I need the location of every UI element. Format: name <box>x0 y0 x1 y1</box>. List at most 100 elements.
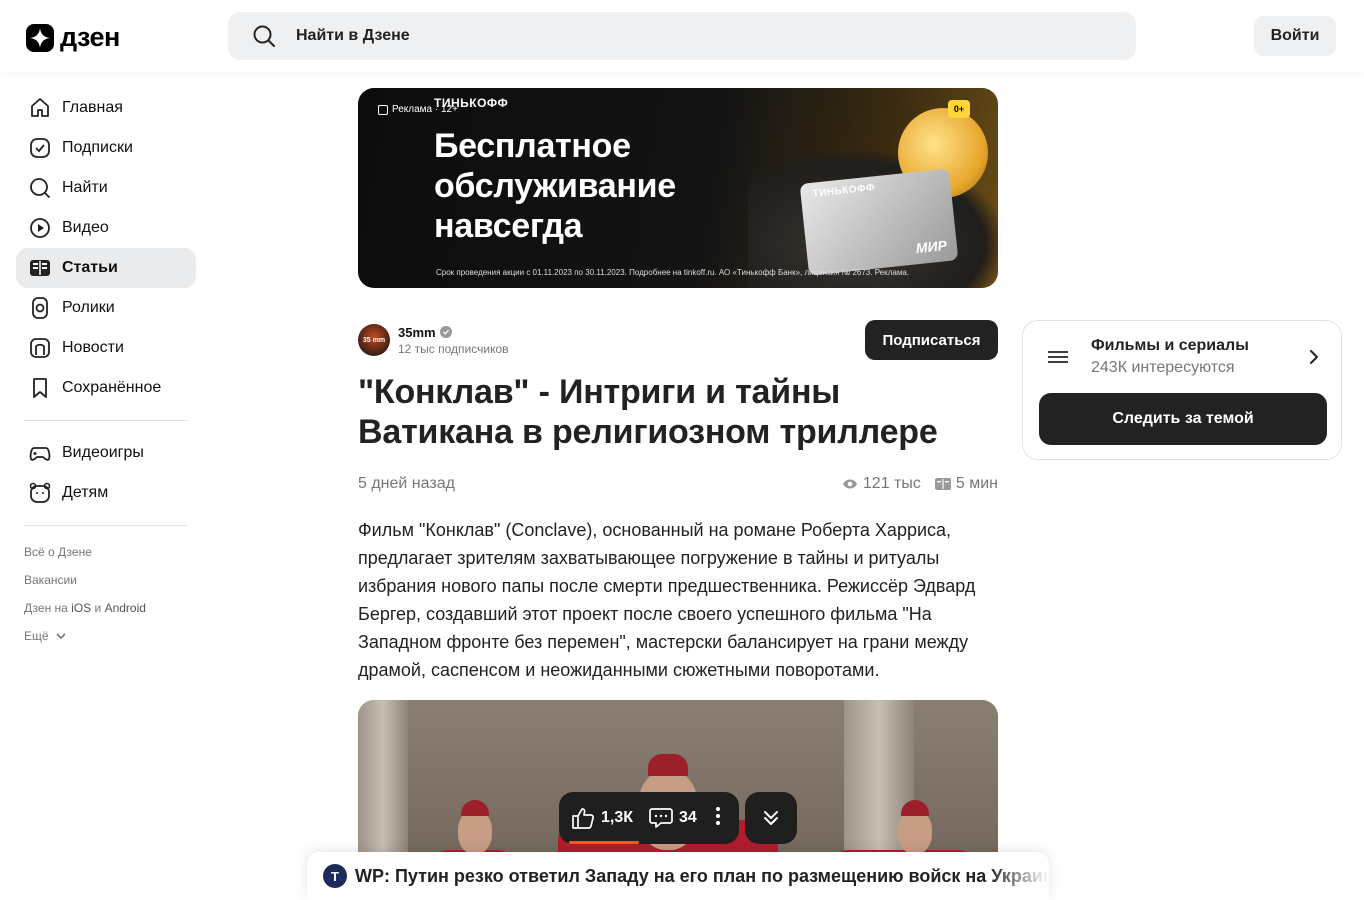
shorts-icon <box>28 296 52 320</box>
scroll-down-button[interactable] <box>745 792 797 844</box>
dzen-logo[interactable]: дзен <box>26 22 120 53</box>
sidebar-item-news[interactable]: Новости <box>16 328 196 368</box>
image-figure <box>898 810 932 854</box>
news-fade <box>989 852 1049 900</box>
reaction-bar: 1,3К 34 <box>559 792 739 844</box>
topic-card: Фильмы и сериалы 243К интересуются Следи… <box>1022 320 1342 460</box>
sidebar-item-label: Ролики <box>62 299 115 316</box>
sidebar-item-label: Новости <box>62 339 124 356</box>
comments-button[interactable]: 34 <box>649 807 697 829</box>
thumbs-up-icon <box>572 808 594 829</box>
footer-more-label: Ещё <box>24 629 49 643</box>
kids-icon <box>28 481 52 505</box>
sidebar-item-search[interactable]: Найти <box>16 168 196 208</box>
sidebar-item-subscriptions[interactable]: Подписки <box>16 128 196 168</box>
article-date: 5 дней назад <box>358 475 455 492</box>
footer-jobs-link[interactable]: Вакансии <box>16 566 196 594</box>
avatar[interactable]: 35 mm <box>358 324 390 356</box>
read-time-stat: 5 мин <box>934 475 998 493</box>
likes-count: 1,3К <box>601 809 634 826</box>
sidebar-item-label: Главная <box>62 99 123 116</box>
comment-icon <box>649 808 673 828</box>
header: дзен Войти <box>0 0 1364 72</box>
sidebar-item-label: Сохранённое <box>62 379 162 396</box>
ad-legal-text: Срок проведения акции с 01.11.2023 по 30… <box>436 268 910 277</box>
sidebar-item-video[interactable]: Видео <box>16 208 196 248</box>
sidebar-item-label: Статьи <box>62 259 118 276</box>
sidebar-item-saved[interactable]: Сохранённое <box>16 368 196 408</box>
ad-marker-icon <box>378 104 388 115</box>
like-button[interactable]: 1,3К <box>571 807 633 829</box>
sidebar-divider <box>24 525 188 526</box>
android-link[interactable]: Android <box>105 601 146 615</box>
image-figure <box>648 754 688 776</box>
read-time: 5 мин <box>955 475 998 492</box>
news-source-logo: Т <box>323 864 347 888</box>
author-name-row: 35mm <box>398 325 509 340</box>
verified-icon <box>439 326 452 338</box>
search-icon <box>253 25 275 47</box>
author-name[interactable]: 35mm <box>398 325 436 340</box>
subscribe-button[interactable]: Подписаться <box>865 320 998 360</box>
sidebar-item-shorts[interactable]: Ролики <box>16 288 196 328</box>
chevron-right-icon[interactable] <box>1307 347 1321 367</box>
sidebar-item-videogames[interactable]: Видеоигры <box>16 433 196 473</box>
sidebar-item-label: Детям <box>62 484 109 501</box>
footer-apps-and: и <box>94 601 102 615</box>
news-headline[interactable]: WP: Путин резко ответил Западу на его пл… <box>355 866 1049 887</box>
author-meta: 35mm 12 тыс подписчиков <box>398 325 509 356</box>
image-figure <box>458 810 492 854</box>
search-icon <box>28 176 52 200</box>
logo-text: дзен <box>60 22 120 52</box>
more-vertical-icon <box>715 806 720 825</box>
footer-apps-prefix: Дзен на <box>24 601 68 615</box>
gamepad-icon <box>28 441 52 465</box>
dzen-star-icon <box>26 23 54 52</box>
search-input[interactable] <box>296 27 1056 45</box>
login-button[interactable]: Войти <box>1254 16 1336 56</box>
like-progress-indicator <box>569 841 639 844</box>
ad-brand: ТИНЬКОФФ <box>434 96 509 110</box>
book-icon <box>934 478 951 490</box>
sidebar-item-label: Подписки <box>62 139 133 156</box>
eye-icon <box>842 479 857 489</box>
news-ticker[interactable]: Т WP: Путин резко ответил Западу на его … <box>307 852 1049 900</box>
sidebar-item-articles[interactable]: Статьи <box>16 248 196 288</box>
video-icon <box>28 216 52 240</box>
author-block[interactable]: 35 mm 35mm 12 тыс подписчиков <box>358 324 509 356</box>
home-icon <box>28 96 52 120</box>
ios-link[interactable]: iOS <box>71 601 91 615</box>
ad-headline: Бесплатное обслуживание навсегда <box>434 127 676 245</box>
topic-title[interactable]: Фильмы и сериалы <box>1091 337 1249 355</box>
follow-topic-button[interactable]: Следить за темой <box>1039 393 1327 445</box>
search-bar[interactable] <box>228 12 1136 60</box>
double-chevron-down-icon <box>764 811 778 825</box>
article-body: Фильм "Конклав" (Conclave), основанный н… <box>358 520 976 680</box>
views-stat: 121 тыс <box>842 475 921 493</box>
ad-age-badge: 0+ <box>948 100 970 118</box>
ad-bank-card-image: ТИНЬКОФФ МИР <box>799 168 959 276</box>
articles-icon <box>28 256 52 280</box>
sidebar-item-kids[interactable]: Детям <box>16 473 196 513</box>
sidebar-item-label: Видеоигры <box>62 444 144 461</box>
image-figure <box>901 800 929 816</box>
footer-more-button[interactable]: Ещё <box>16 622 196 650</box>
sidebar-item-label: Найти <box>62 179 108 196</box>
sidebar-item-label: Видео <box>62 219 109 236</box>
image-figure <box>461 800 489 816</box>
footer-about-link[interactable]: Всё о Дзене <box>16 538 196 566</box>
subscriptions-icon <box>28 136 52 160</box>
sidebar-divider <box>24 420 188 421</box>
topic-followers: 243К интересуются <box>1091 359 1235 376</box>
author-subscribers: 12 тыс подписчиков <box>398 341 509 356</box>
news-icon <box>28 336 52 360</box>
footer-apps: Дзен на iOS и Android <box>16 594 196 622</box>
more-options-button[interactable] <box>715 806 721 831</box>
article-meta: 5 дней назад 121 тыс 5 мин <box>358 474 998 494</box>
comments-count: 34 <box>679 809 697 826</box>
ad-banner[interactable]: ТИНЬКОФФ МИР Реклама · 12+ ТИНЬКОФФ 0+ Б… <box>358 88 998 288</box>
chevron-down-icon <box>55 633 66 640</box>
sidebar: Главная Подписки Найти Видео Статьи Роли… <box>16 88 196 650</box>
bookmark-icon <box>28 376 52 400</box>
sidebar-item-home[interactable]: Главная <box>16 88 196 128</box>
